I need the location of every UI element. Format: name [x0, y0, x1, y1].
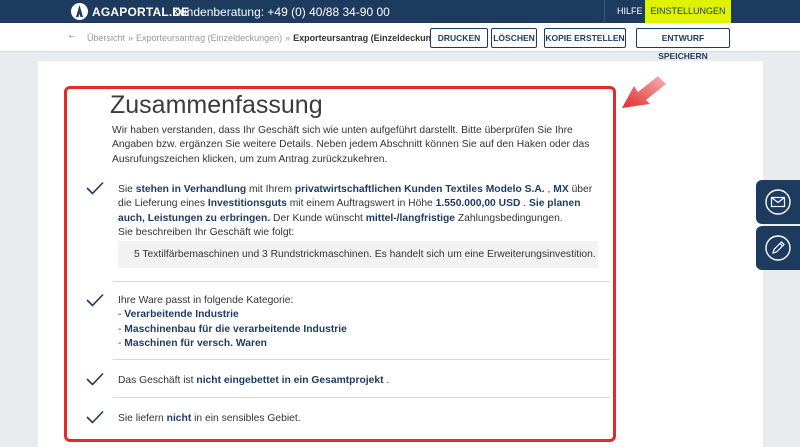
top-navigation-bar: AGAPORTAL.DE Kundenberatung: +49 (0) 40/…: [0, 0, 800, 39]
highlight-frame: [64, 86, 616, 442]
copy-button[interactable]: KOPIE ERSTELLEN: [544, 28, 626, 48]
breadcrumb-current: Exporteursantrag (Einzeldeckungen): [293, 33, 451, 43]
toolbar: ← Übersicht» Exporteursantrag (Einzeldeck…: [0, 23, 800, 61]
contact-mail-button[interactable]: [756, 180, 800, 224]
edit-button[interactable]: [756, 226, 800, 270]
agaportal-logo-icon[interactable]: [71, 3, 88, 20]
save-draft-button[interactable]: ENTWURF SPEICHERN: [636, 28, 730, 61]
breadcrumb-overview[interactable]: Übersicht: [87, 33, 125, 43]
breadcrumb-separator: »: [128, 33, 134, 43]
arrow-left-icon[interactable]: ←: [67, 30, 77, 41]
delete-button[interactable]: LÖSCHEN: [491, 28, 537, 48]
pencil-icon: [765, 235, 791, 261]
pointer-arrow-icon: [622, 76, 666, 108]
breadcrumb-application[interactable]: Exporteursantrag (Einzeldeckungen): [136, 33, 282, 43]
breadcrumb: Übersicht» Exporteursantrag (Einzeldeckun…: [87, 33, 450, 43]
hotline-text: Kundenberatung: +49 (0) 40/88 34-90 00: [172, 5, 390, 19]
envelope-icon: [765, 189, 791, 215]
breadcrumb-separator: »: [285, 33, 291, 43]
print-button[interactable]: DRUCKEN: [430, 28, 488, 48]
settings-button[interactable]: EINSTELLUNGEN⚙: [645, 0, 731, 39]
settings-label: EINSTELLUNGEN: [650, 6, 726, 16]
